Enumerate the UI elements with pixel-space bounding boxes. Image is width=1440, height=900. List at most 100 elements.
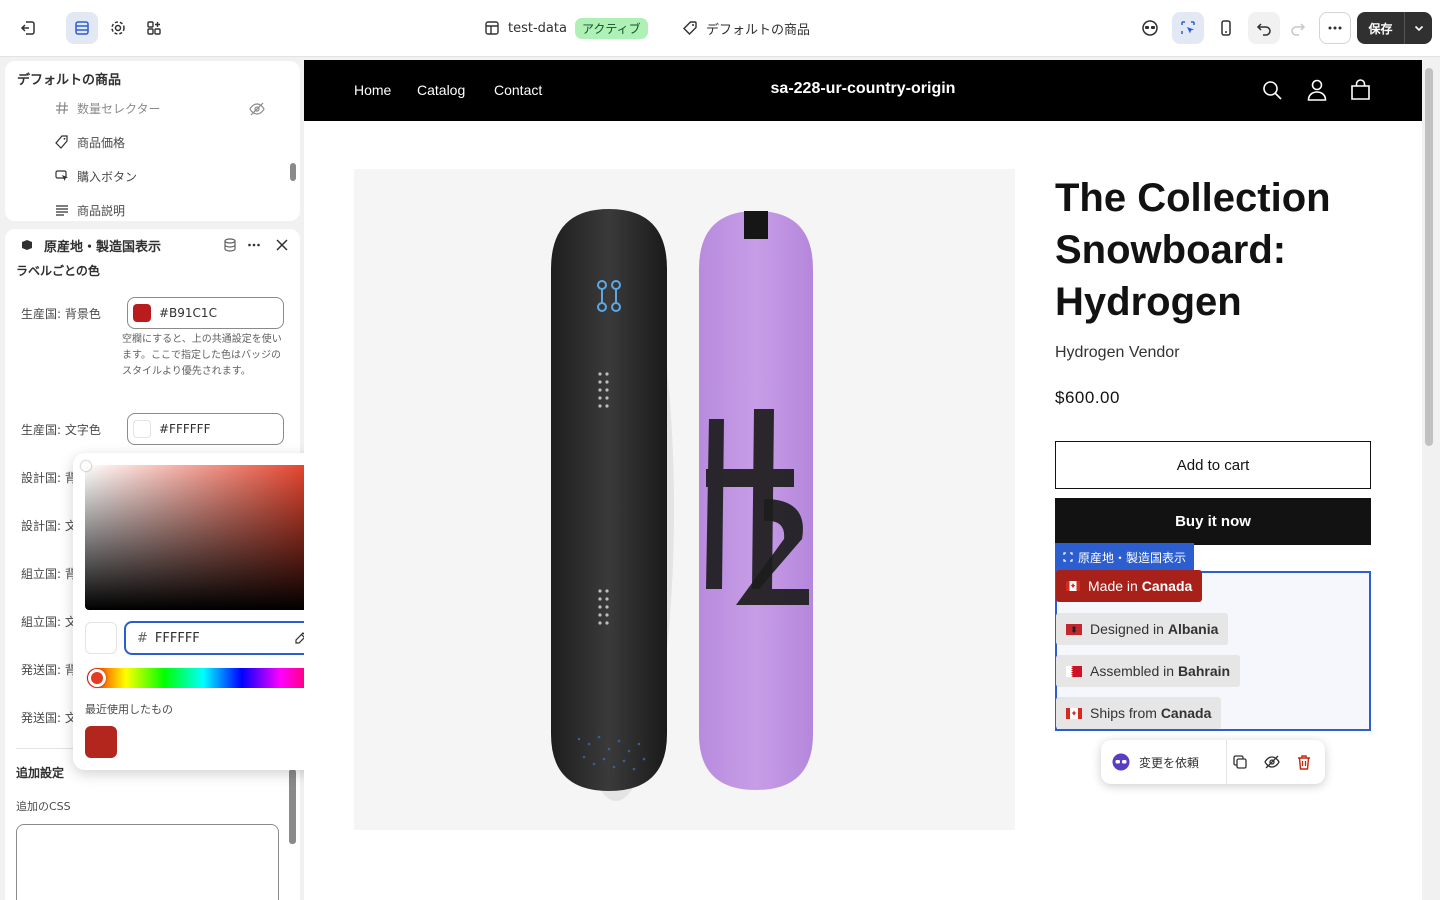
- cart-icon[interactable]: [1350, 79, 1371, 101]
- origin-badge: Made in Canada: [1056, 570, 1203, 602]
- redo-icon: [1291, 23, 1306, 36]
- template-name: デフォルトの商品: [706, 22, 811, 38]
- badge-country: Canada: [1160, 705, 1212, 721]
- css-textarea[interactable]: [16, 824, 279, 900]
- exit-button[interactable]: [12, 12, 44, 44]
- close-icon[interactable]: [275, 238, 289, 252]
- trash-icon[interactable]: [1297, 754, 1311, 770]
- product-vendor: Hydrogen Vendor: [1055, 344, 1180, 361]
- ships-badge: Ships from Canada: [1056, 697, 1222, 729]
- save-button[interactable]: 保存: [1357, 12, 1405, 44]
- help-text: 空欄にすると、上の共通設定を使います。ここで指定した色はバッジのスタイルより優先…: [122, 334, 282, 377]
- buy-now-button[interactable]: Buy it now: [1055, 498, 1371, 545]
- save-options-button[interactable]: [1405, 12, 1432, 44]
- product-image[interactable]: [354, 169, 1015, 830]
- tree-item-buy-button[interactable]: 購入ボタン: [55, 166, 137, 186]
- badge-text: Made in Canada: [1088, 578, 1192, 594]
- tree-item-quantity-selector[interactable]: 数量セレクター: [55, 98, 161, 118]
- assistant-glasses-icon: [1112, 753, 1130, 771]
- color-picker-popover: # FFFFFF 最近使用したもの: [73, 453, 329, 770]
- add-to-cart-button[interactable]: Add to cart: [1055, 441, 1371, 489]
- selected-block-tag[interactable]: 原産地・製造国表示: [1055, 543, 1195, 571]
- apps-icon: [147, 21, 161, 35]
- tree-item-label: 購入ボタン: [77, 169, 138, 184]
- hue-slider[interactable]: [87, 668, 319, 688]
- tree-item-description[interactable]: 商品説明: [55, 200, 125, 220]
- search-icon[interactable]: [1262, 80, 1283, 101]
- product-price: $600.00: [1055, 388, 1120, 407]
- tree-item-product-price[interactable]: 商品価格: [55, 132, 125, 152]
- eye-hidden-icon[interactable]: [249, 102, 265, 116]
- duplicate-icon[interactable]: [1233, 755, 1247, 769]
- price-tag-icon: [55, 135, 68, 149]
- more-actions-button[interactable]: [1319, 12, 1351, 44]
- request-change-button[interactable]: 変更を依頼: [1101, 740, 1227, 784]
- section-tree-panel: デフォルトの商品 数量セレクター 商品価格 購入ボタン 商品説明: [5, 61, 300, 221]
- recent-color-swatch[interactable]: [85, 726, 117, 758]
- saturation-handle[interactable]: [81, 461, 91, 471]
- settings-scrollbar[interactable]: [289, 769, 296, 844]
- template-selector[interactable]: デフォルトの商品: [682, 17, 810, 39]
- tree-item-label: 商品説明: [77, 203, 126, 218]
- color-value: #B91C1C: [159, 306, 217, 320]
- color-swatch: [133, 420, 151, 438]
- badge-text: Assembled in Bahrain: [1090, 663, 1230, 679]
- canada-flag-icon: [1066, 707, 1082, 719]
- hash-icon: [56, 101, 68, 115]
- field-label: 組立国: 背: [21, 567, 77, 581]
- text-lines-icon: [56, 205, 68, 216]
- origin-text-color-field[interactable]: #FFFFFF: [127, 413, 284, 445]
- badge-text: Ships from Canada: [1090, 705, 1211, 721]
- cursor-button-icon: [55, 170, 68, 181]
- shop-name[interactable]: sa-228-ur-country-origin: [304, 80, 1422, 98]
- field-label: 設計国: 文: [21, 519, 77, 533]
- field-label: 生産国: 背景色: [21, 307, 101, 321]
- preview-scrollbar[interactable]: [1425, 68, 1433, 446]
- selected-block-label: 原産地・製造国表示: [1078, 550, 1187, 565]
- hue-handle[interactable]: [88, 669, 106, 687]
- field-label: 設計国: 背: [21, 471, 77, 485]
- gear-icon: [111, 21, 125, 35]
- status-badge: アクティブ: [574, 17, 648, 39]
- more-horizontal-icon[interactable]: [247, 238, 261, 252]
- badge-prefix: Made in: [1088, 578, 1142, 594]
- group-title: ラベルごとの色: [16, 264, 100, 278]
- select-cursor-icon: [1181, 21, 1195, 34]
- sections-button[interactable]: [66, 12, 98, 44]
- tree-title: デフォルトの商品: [17, 73, 122, 88]
- product-title: The Collection Snowboard: Hydrogen: [1055, 176, 1331, 324]
- css-label: 追加のCSS: [16, 800, 71, 813]
- eye-hidden-icon[interactable]: [1264, 755, 1280, 769]
- database-icon[interactable]: [223, 238, 237, 252]
- mobile-preview-button[interactable]: [1210, 12, 1242, 44]
- tree-scrollbar[interactable]: [290, 163, 296, 181]
- inspector-button[interactable]: [1134, 12, 1166, 44]
- tree-item-label: 数量セレクター: [77, 101, 161, 116]
- account-icon[interactable]: [1307, 79, 1327, 101]
- badge-prefix: Ships from: [1090, 705, 1161, 721]
- recent-label: 最近使用したもの: [85, 703, 173, 716]
- hex-value: FFFFFF: [154, 630, 200, 646]
- apps-button[interactable]: [138, 12, 170, 44]
- albania-flag-icon: [1066, 623, 1082, 635]
- tag-icon: [683, 21, 697, 35]
- canada-flag-icon: [1066, 581, 1080, 591]
- designed-badge: Designed in Albania: [1056, 613, 1229, 645]
- exit-icon: [20, 21, 35, 35]
- redo-button[interactable]: [1282, 12, 1314, 44]
- theme-name: test-data: [508, 20, 567, 36]
- hex-input[interactable]: # FFFFFF: [124, 621, 318, 655]
- badge-country: Albania: [1167, 621, 1219, 637]
- theme-info[interactable]: test-data アクティブ: [484, 17, 648, 39]
- extra-settings-title: 追加設定: [16, 766, 65, 780]
- saturation-area[interactable]: [85, 465, 317, 610]
- origin-bg-color-field[interactable]: #B91C1C: [127, 297, 284, 329]
- select-element-button[interactable]: [1172, 12, 1204, 44]
- chevron-down-icon: [1414, 25, 1423, 32]
- save-group: 保存: [1357, 12, 1432, 44]
- more-horizontal-icon: [1328, 26, 1342, 30]
- hash-prefix: #: [137, 630, 148, 646]
- theme-settings-button[interactable]: [102, 12, 134, 44]
- undo-button[interactable]: [1248, 12, 1280, 44]
- snowboard-image: [354, 169, 1015, 830]
